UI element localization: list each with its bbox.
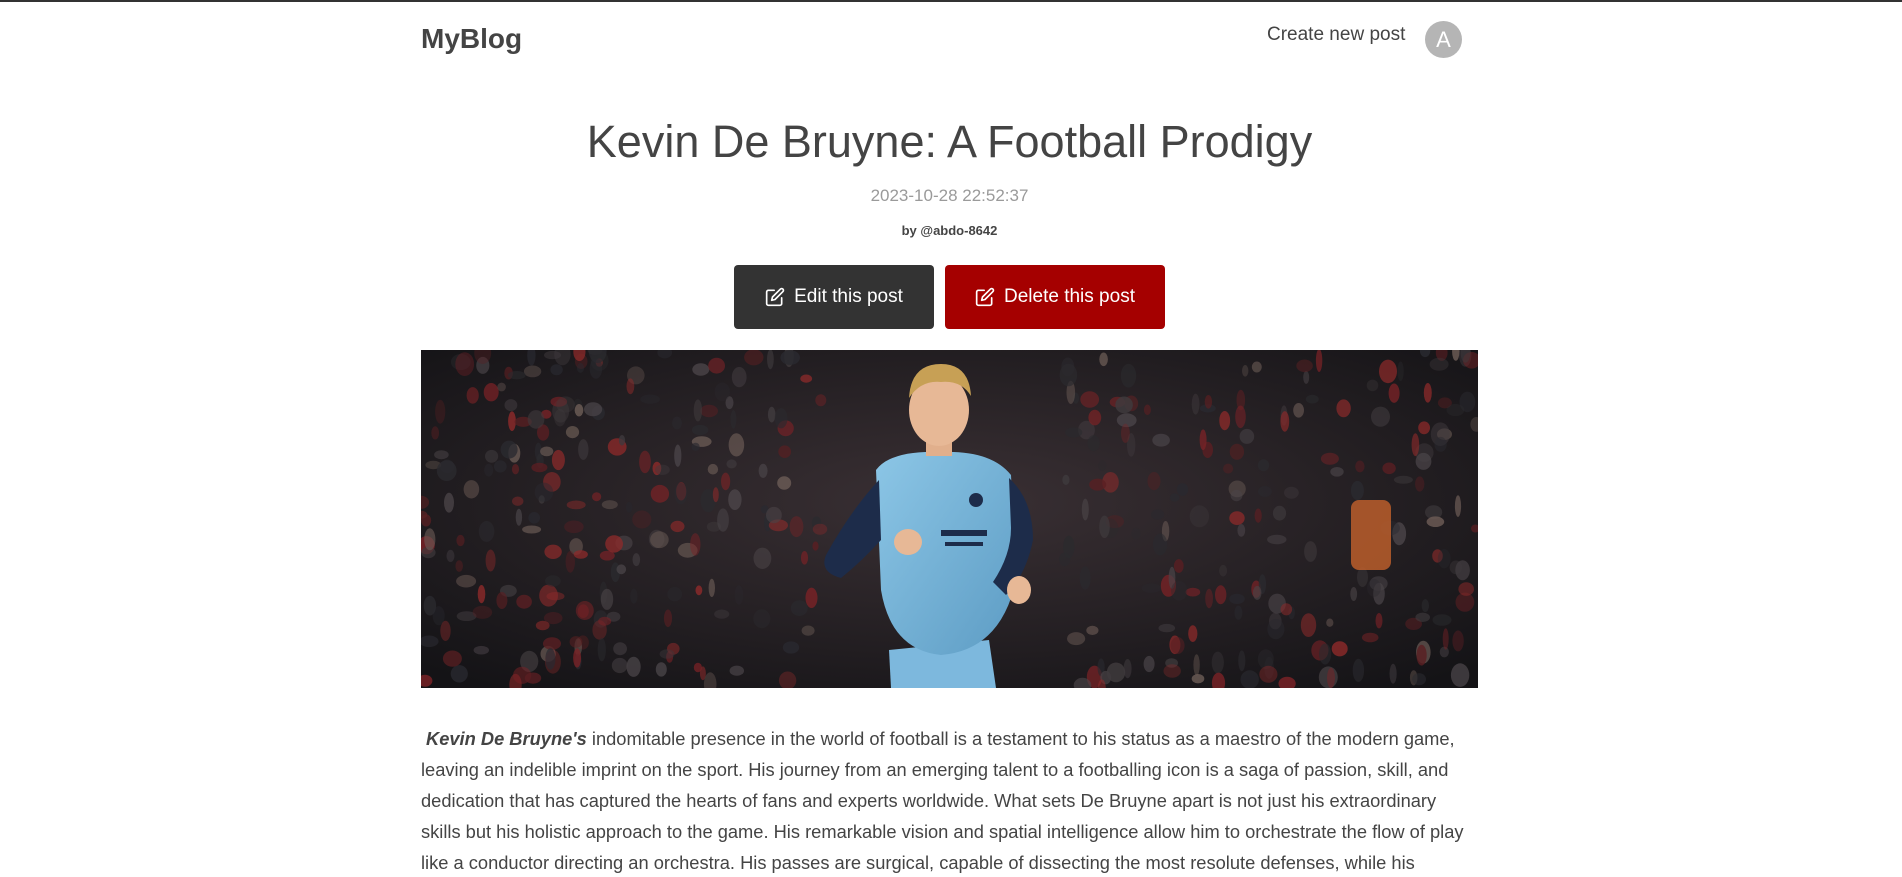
edit-post-button[interactable]: Edit this post	[734, 265, 934, 329]
post-author: by @abdo-8642	[901, 223, 998, 238]
page: MyBlog Create new post A Kevin De Bruyne…	[0, 0, 1902, 877]
user-avatar[interactable]: A	[1425, 21, 1462, 58]
pencil-square-icon	[975, 287, 995, 307]
post-cover-image	[421, 350, 1478, 688]
navbar: MyBlog Create new post A	[421, 2, 1478, 78]
avatar-initial: A	[1436, 27, 1451, 52]
create-new-post-link[interactable]: Create new post	[1267, 24, 1405, 46]
delete-post-label: Delete this post	[1004, 286, 1135, 307]
post-title: Kevin De Bruyne: A Football Prodigy	[586, 116, 1313, 167]
post-body: Kevin De Bruyne's indomitable presence i…	[421, 723, 1478, 877]
post-body-lead: Kevin De Bruyne's	[426, 728, 587, 749]
post-date: 2023-10-28 22:52:37	[870, 186, 1029, 205]
post-body-text: indomitable presence in the world of foo…	[421, 728, 1464, 873]
delete-post-button[interactable]: Delete this post	[945, 265, 1165, 329]
pencil-square-icon	[765, 287, 785, 307]
edit-post-label: Edit this post	[794, 286, 903, 307]
brand-logo-link[interactable]: MyBlog	[421, 23, 522, 55]
